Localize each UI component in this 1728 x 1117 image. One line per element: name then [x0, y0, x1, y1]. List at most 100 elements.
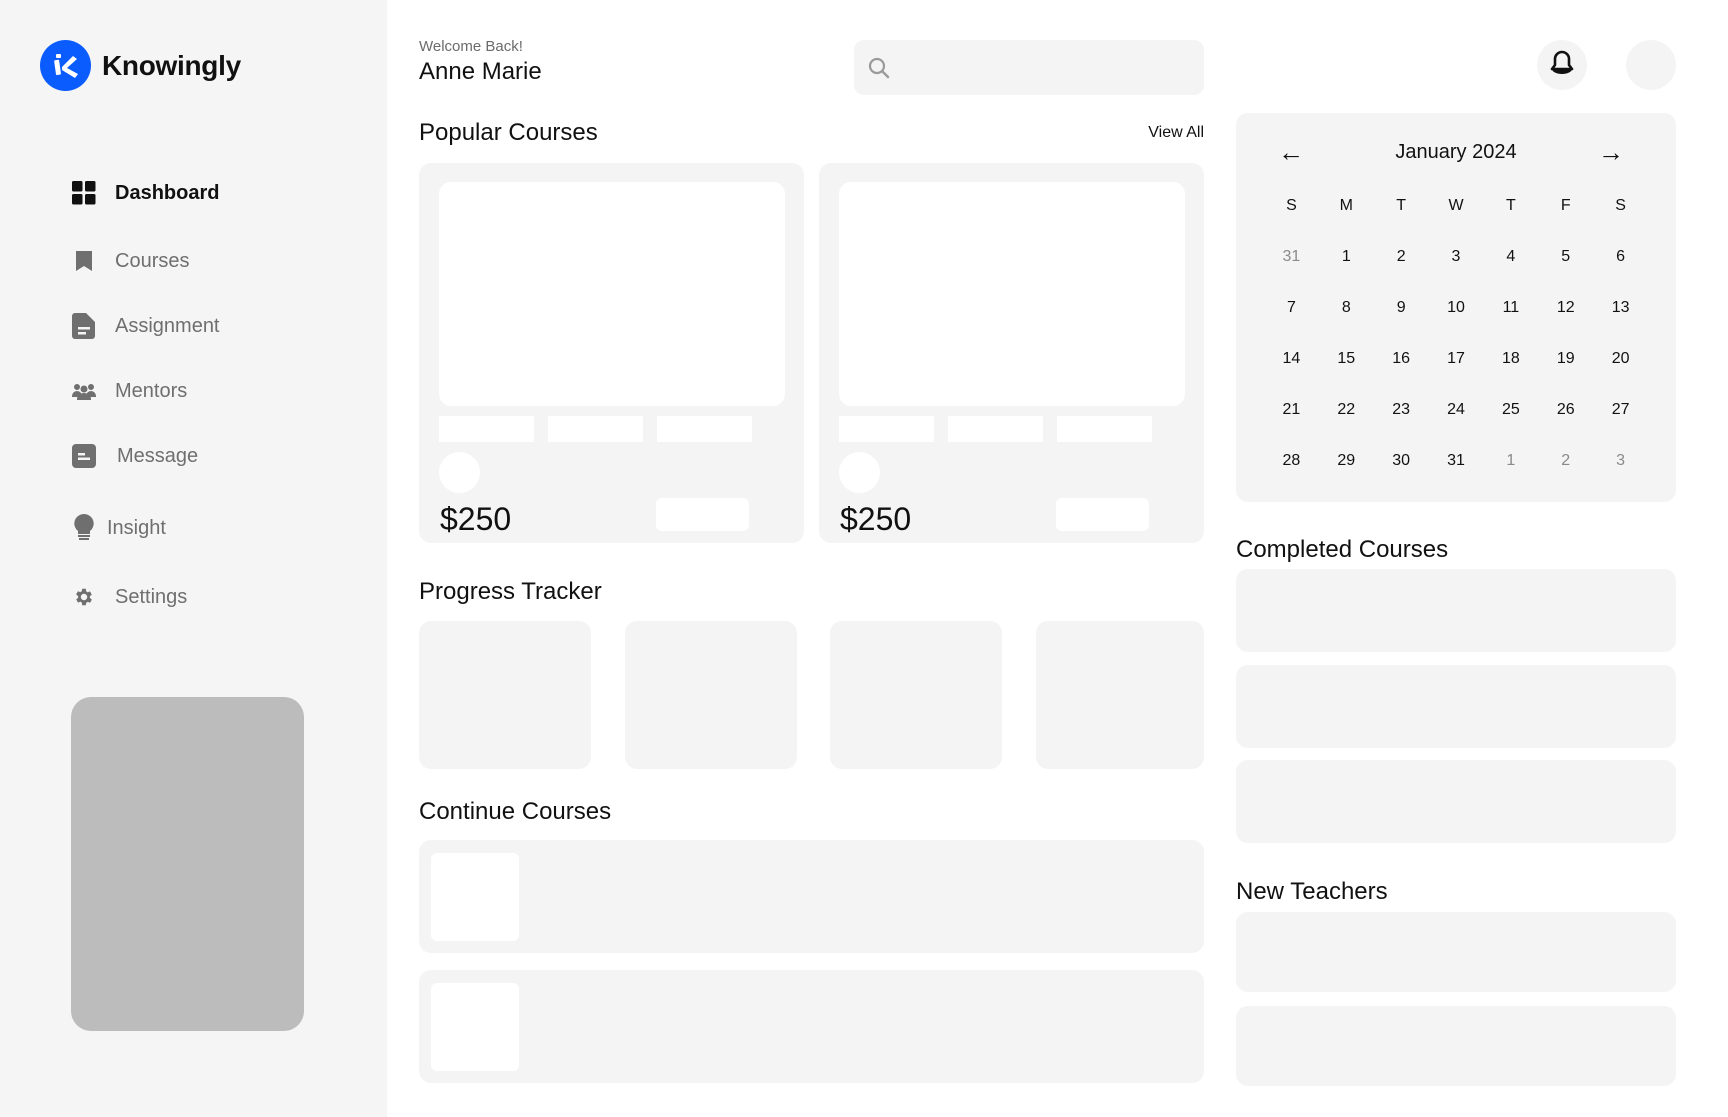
avatar[interactable]: [1626, 40, 1676, 90]
calendar-day[interactable]: 12: [1538, 299, 1593, 317]
calendar-day[interactable]: 10: [1429, 299, 1484, 317]
calendar-day[interactable]: 7: [1264, 299, 1319, 317]
course-thumbnail: [431, 853, 519, 941]
gear-icon: [71, 584, 97, 610]
search-bar[interactable]: [854, 40, 1204, 95]
calendar-day[interactable]: 29: [1319, 452, 1374, 470]
weekday-label: T: [1505, 197, 1516, 214]
notifications-button[interactable]: [1537, 40, 1587, 90]
calendar-day-other-month[interactable]: 3: [1593, 452, 1648, 470]
progress-card[interactable]: [830, 621, 1002, 769]
calendar-day[interactable]: 31: [1429, 452, 1484, 470]
calendar-day[interactable]: 30: [1374, 452, 1429, 470]
sidebar-item-mentors[interactable]: Mentors: [71, 376, 187, 406]
calendar-day[interactable]: 28: [1264, 452, 1319, 470]
calendar-day[interactable]: 13: [1593, 299, 1648, 317]
calendar-day[interactable]: 18: [1483, 350, 1538, 368]
teacher-item[interactable]: [1236, 1006, 1676, 1086]
sidebar-item-message[interactable]: Message: [71, 441, 198, 471]
enroll-button[interactable]: [1056, 498, 1149, 531]
course-thumbnail: [431, 983, 519, 1071]
course-tag: [839, 416, 934, 442]
calendar-day[interactable]: 2: [1374, 248, 1429, 266]
calendar-day[interactable]: 23: [1374, 401, 1429, 419]
logo[interactable]: Knowingly: [40, 40, 241, 91]
sidebar-item-dashboard[interactable]: Dashboard: [71, 178, 219, 208]
promo-card[interactable]: [71, 697, 304, 1031]
calendar-day[interactable]: 21: [1264, 401, 1319, 419]
section-title-completed: Completed Courses: [1236, 536, 1449, 563]
calendar-day[interactable]: 3: [1429, 248, 1484, 266]
sidebar-item-label: Courses: [115, 249, 190, 272]
calendar-weeks: 31 1 2 3 4 5 6 7 8 9 10 11 12 13 14 15 16 17 18 19 20 21 22 23 2…: [1264, 248, 1648, 503]
view-all-link[interactable]: View All: [1148, 124, 1204, 142]
calendar-day-other-month[interactable]: 2: [1538, 452, 1593, 470]
bell-icon: [1550, 50, 1574, 81]
section-title-teachers: New Teachers: [1236, 878, 1388, 905]
section-title-popular: Popular Courses: [419, 119, 598, 146]
section-title-continue: Continue Courses: [419, 798, 612, 825]
completed-course-item[interactable]: [1236, 760, 1676, 843]
section-title-progress: Progress Tracker: [419, 578, 602, 605]
course-card[interactable]: $250: [419, 163, 804, 543]
calendar-day[interactable]: 8: [1319, 299, 1374, 317]
calendar-day[interactable]: 25: [1483, 401, 1538, 419]
teacher-item[interactable]: [1236, 912, 1676, 992]
sidebar-item-label: Insight: [107, 516, 166, 539]
calendar-day-other-month[interactable]: 31: [1264, 248, 1319, 266]
calendar-week: 21 22 23 24 25 26 27: [1264, 401, 1648, 452]
sidebar-item-label: Message: [117, 444, 199, 467]
sidebar-item-settings[interactable]: Settings: [71, 582, 187, 612]
calendar-week: 31 1 2 3 4 5 6: [1264, 248, 1648, 299]
calendar-day[interactable]: 27: [1593, 401, 1648, 419]
document-icon: [71, 313, 97, 339]
search-input[interactable]: [898, 40, 1188, 95]
calendar-day-other-month[interactable]: 1: [1483, 452, 1538, 470]
sidebar-item-label: Mentors: [115, 379, 188, 402]
progress-card[interactable]: [419, 621, 591, 769]
progress-card[interactable]: [1036, 621, 1204, 769]
calendar-day[interactable]: 20: [1593, 350, 1648, 368]
calendar-day[interactable]: 5: [1538, 248, 1593, 266]
calendar-day[interactable]: 9: [1374, 299, 1429, 317]
course-tag: [1057, 416, 1152, 442]
enroll-button[interactable]: [656, 498, 749, 531]
sidebar-item-assignment[interactable]: Assignment: [71, 311, 220, 341]
progress-card[interactable]: [625, 621, 797, 769]
calendar-day[interactable]: 15: [1319, 350, 1374, 368]
continue-course-row[interactable]: [419, 970, 1204, 1083]
course-thumbnail: [839, 182, 1185, 406]
calendar: ← January 2024 → S M T W T F S 31 1 2 3 4 5 6 7…: [1236, 113, 1676, 502]
calendar-day[interactable]: 4: [1483, 248, 1538, 266]
weekday-label: S: [1286, 197, 1297, 214]
calendar-day[interactable]: 26: [1538, 401, 1593, 419]
calendar-day[interactable]: 16: [1374, 350, 1429, 368]
calendar-day[interactable]: 1: [1319, 248, 1374, 266]
calendar-week: 28 29 30 31 1 2 3: [1264, 452, 1648, 503]
weekday-label: S: [1615, 197, 1626, 214]
weekday-label: M: [1339, 197, 1353, 214]
lightbulb-icon: [71, 514, 97, 541]
calendar-day[interactable]: 6: [1593, 248, 1648, 266]
calendar-day[interactable]: 11: [1483, 299, 1538, 317]
next-month-button[interactable]: →: [1598, 137, 1624, 167]
course-card[interactable]: $250: [819, 163, 1204, 543]
people-icon: [71, 378, 97, 404]
sidebar-item-courses[interactable]: Courses: [71, 246, 189, 276]
calendar-day[interactable]: 24: [1429, 401, 1484, 419]
instructor-avatar: [439, 452, 480, 493]
sidebar-item-label: Assignment: [115, 314, 220, 337]
calendar-day[interactable]: 14: [1264, 350, 1319, 368]
sidebar-item-insight[interactable]: Insight: [71, 513, 166, 543]
bookmark-icon: [71, 248, 97, 274]
user-name: Anne Marie: [419, 58, 542, 85]
continue-course-row[interactable]: [419, 840, 1204, 953]
calendar-day[interactable]: 17: [1429, 350, 1484, 368]
calendar-grid: S M T W T F S 31 1 2 3 4 5 6 7 8 9 10 11 12 13 14 15 16 1…: [1264, 197, 1648, 503]
sidebar-item-label: Settings: [115, 585, 188, 608]
completed-course-item[interactable]: [1236, 665, 1676, 748]
completed-course-item[interactable]: [1236, 569, 1676, 652]
calendar-day[interactable]: 19: [1538, 350, 1593, 368]
message-icon: [71, 443, 97, 469]
calendar-day[interactable]: 22: [1319, 401, 1374, 419]
